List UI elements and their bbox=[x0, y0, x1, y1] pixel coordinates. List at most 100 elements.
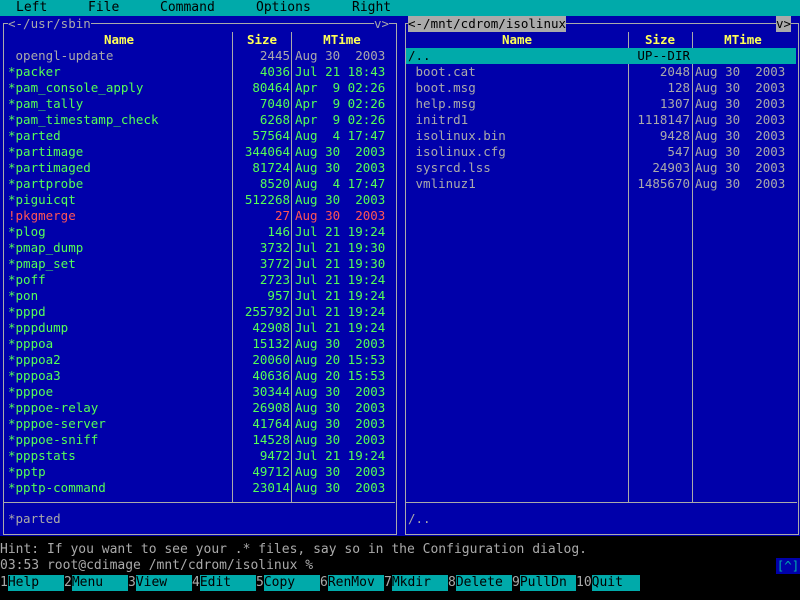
fkey-pulldn[interactable]: 9PullDn bbox=[512, 575, 576, 591]
file-row[interactable]: *pppdump 42908 Jul 21 19:24 bbox=[4, 320, 394, 336]
file-row[interactable]: *pmap_dump 3732 Jul 21 19:30 bbox=[4, 240, 394, 256]
file-size: 512268 bbox=[244, 192, 290, 207]
file-mtime: Aug 30 2003 bbox=[695, 112, 786, 127]
file-row[interactable]: *plog 146 Jul 21 19:24 bbox=[4, 224, 394, 240]
file-row[interactable]: *pppoe-relay 26908 Aug 30 2003 bbox=[4, 400, 394, 416]
file-row[interactable]: *pmap_set 3772 Jul 21 19:30 bbox=[4, 256, 394, 272]
file-row[interactable]: isolinux.cfg 547 Aug 30 2003 bbox=[406, 144, 796, 160]
right-panel-toggle[interactable]: v> bbox=[776, 16, 792, 32]
file-size: 2445 bbox=[259, 48, 290, 63]
menu-right[interactable]: Right bbox=[352, 0, 391, 16]
menu-left[interactable]: Left bbox=[16, 0, 47, 16]
file-row[interactable]: *pam_tally 7040 Apr 9 02:26 bbox=[4, 96, 394, 112]
left-panel-title[interactable]: <-/usr/sbin bbox=[8, 16, 91, 32]
right-col-size[interactable]: Size bbox=[630, 32, 690, 48]
file-row[interactable]: *pam_timestamp_check 6268 Apr 9 02:26 bbox=[4, 112, 394, 128]
left-panel-toggle[interactable]: v> bbox=[374, 16, 390, 32]
file-row[interactable]: boot.cat 2048 Aug 30 2003 bbox=[406, 64, 796, 80]
right-panel-title[interactable]: <-/mnt/cdrom/isolinux bbox=[408, 16, 567, 32]
file-size: 2048 bbox=[659, 64, 690, 79]
menu-command[interactable]: Command bbox=[160, 0, 215, 16]
file-row[interactable]: *poff 2723 Jul 21 19:24 bbox=[4, 272, 394, 288]
file-row[interactable]: *pon 957 Jul 21 19:24 bbox=[4, 288, 394, 304]
file-row[interactable]: /.. UP--DIR bbox=[406, 48, 796, 64]
right-col-name[interactable]: Name bbox=[408, 32, 626, 48]
file-row[interactable]: *packer 4036 Jul 21 18:43 bbox=[4, 64, 394, 80]
left-col-name[interactable]: Name bbox=[8, 32, 230, 48]
right-panel-divider bbox=[406, 502, 797, 503]
hint-text: Hint: If you want to see your .* files, … bbox=[0, 542, 587, 557]
subshell-button[interactable]: [^] bbox=[776, 558, 800, 574]
file-row[interactable]: boot.msg 128 Aug 30 2003 bbox=[406, 80, 796, 96]
file-mtime: Jul 21 19:24 bbox=[295, 224, 386, 239]
file-mtime: Jul 21 19:24 bbox=[295, 320, 386, 335]
left-col-size[interactable]: Size bbox=[234, 32, 290, 48]
fkey-label: Quit bbox=[591, 575, 640, 591]
file-row[interactable]: *pppstats 9472 Jul 21 19:24 bbox=[4, 448, 394, 464]
right-col-mtime[interactable]: MTime bbox=[694, 32, 792, 48]
file-mtime: Jul 21 19:24 bbox=[295, 448, 386, 463]
file-mtime: Aug 20 15:53 bbox=[295, 368, 386, 383]
file-row[interactable]: *partimage 344064 Aug 30 2003 bbox=[4, 144, 394, 160]
file-mtime: Aug 20 15:53 bbox=[295, 352, 386, 367]
fkey-menu[interactable]: 2Menu bbox=[64, 575, 128, 591]
fkey-mkdir[interactable]: 7Mkdir bbox=[384, 575, 448, 591]
file-row[interactable]: help.msg 1307 Aug 30 2003 bbox=[406, 96, 796, 112]
file-row[interactable]: !pkgmerge 27 Aug 30 2003 bbox=[4, 208, 394, 224]
file-row[interactable]: sysrcd.lss 24903 Aug 30 2003 bbox=[406, 160, 796, 176]
file-mtime: Aug 30 2003 bbox=[295, 416, 386, 431]
file-name: *pppstats bbox=[8, 448, 76, 463]
file-name: sysrcd.lss bbox=[408, 160, 491, 175]
file-row[interactable]: *pppoa 15132 Aug 30 2003 bbox=[4, 336, 394, 352]
file-size: 24903 bbox=[652, 160, 690, 175]
file-row[interactable]: *pppd 255792 Jul 21 19:24 bbox=[4, 304, 394, 320]
fkey-copy[interactable]: 5Copy bbox=[256, 575, 320, 591]
menu-file[interactable]: File bbox=[88, 0, 119, 16]
file-name: *packer bbox=[8, 64, 61, 79]
fkey-label: PullDn bbox=[519, 575, 576, 591]
file-row[interactable]: *pppoa3 40636 Aug 20 15:53 bbox=[4, 368, 394, 384]
file-row[interactable]: *pppoe-server 41764 Aug 30 2003 bbox=[4, 416, 394, 432]
file-row[interactable]: isolinux.bin 9428 Aug 30 2003 bbox=[406, 128, 796, 144]
file-size: 344064 bbox=[244, 144, 290, 159]
fkey-edit[interactable]: 4Edit bbox=[192, 575, 256, 591]
file-row[interactable]: *pam_console_apply 80464 Apr 9 02:26 bbox=[4, 80, 394, 96]
right-panel[interactable]: <-/mnt/cdrom/isolinux v> Name Size MTime… bbox=[400, 16, 800, 536]
left-panel[interactable]: <-/usr/sbin v> Name Size MTime opengl-up… bbox=[0, 16, 400, 536]
file-row[interactable]: *parted 57564 Aug 4 17:47 bbox=[4, 128, 394, 144]
file-row[interactable]: *partimaged 81724 Aug 30 2003 bbox=[4, 160, 394, 176]
file-name: *plog bbox=[8, 224, 46, 239]
file-row[interactable]: *pptp 49712 Aug 30 2003 bbox=[4, 464, 394, 480]
menu-options[interactable]: Options bbox=[256, 0, 311, 16]
file-row[interactable]: vmlinuz1 1485670 Aug 30 2003 bbox=[406, 176, 796, 192]
file-row[interactable]: *pptp-command 23014 Aug 30 2003 bbox=[4, 480, 394, 496]
left-col-mtime[interactable]: MTime bbox=[293, 32, 391, 48]
file-name: *pam_tally bbox=[8, 96, 84, 111]
file-mtime: Aug 30 2003 bbox=[295, 48, 386, 63]
file-row[interactable]: *pppoe 30344 Aug 30 2003 bbox=[4, 384, 394, 400]
fkey-renmov[interactable]: 6RenMov bbox=[320, 575, 384, 591]
file-name: help.msg bbox=[408, 96, 476, 111]
file-mtime: Jul 21 18:43 bbox=[295, 64, 386, 79]
file-name: *pppoe-sniff bbox=[8, 432, 99, 447]
file-mtime: Apr 9 02:26 bbox=[295, 80, 386, 95]
file-row[interactable]: *piguicqt 512268 Aug 30 2003 bbox=[4, 192, 394, 208]
file-row[interactable]: *pppoa2 20060 Aug 20 15:53 bbox=[4, 352, 394, 368]
file-size: 255792 bbox=[244, 304, 290, 319]
file-row[interactable]: *pppoe-sniff 14528 Aug 30 2003 bbox=[4, 432, 394, 448]
file-size: 1485670 bbox=[637, 176, 690, 191]
file-row[interactable]: opengl-update 2445 Aug 30 2003 bbox=[4, 48, 394, 64]
file-name: !pkgmerge bbox=[8, 208, 76, 223]
file-row[interactable]: *partprobe 8520 Aug 4 17:47 bbox=[4, 176, 394, 192]
file-row[interactable]: initrd1 1118147 Aug 30 2003 bbox=[406, 112, 796, 128]
file-size: 547 bbox=[667, 144, 690, 159]
shell-prompt[interactable]: 03:53 root@cdimage /mnt/cdrom/isolinux % bbox=[0, 558, 313, 574]
file-mtime: Jul 21 19:24 bbox=[295, 288, 386, 303]
file-name: *poff bbox=[8, 272, 46, 287]
right-panel-status: /.. bbox=[408, 511, 431, 526]
fkey-help[interactable]: 1Help bbox=[0, 575, 64, 591]
fkey-delete[interactable]: 8Delete bbox=[448, 575, 512, 591]
fkey-quit[interactable]: 10Quit bbox=[576, 575, 640, 591]
fkey-view[interactable]: 3View bbox=[128, 575, 192, 591]
file-name: isolinux.cfg bbox=[408, 144, 506, 159]
